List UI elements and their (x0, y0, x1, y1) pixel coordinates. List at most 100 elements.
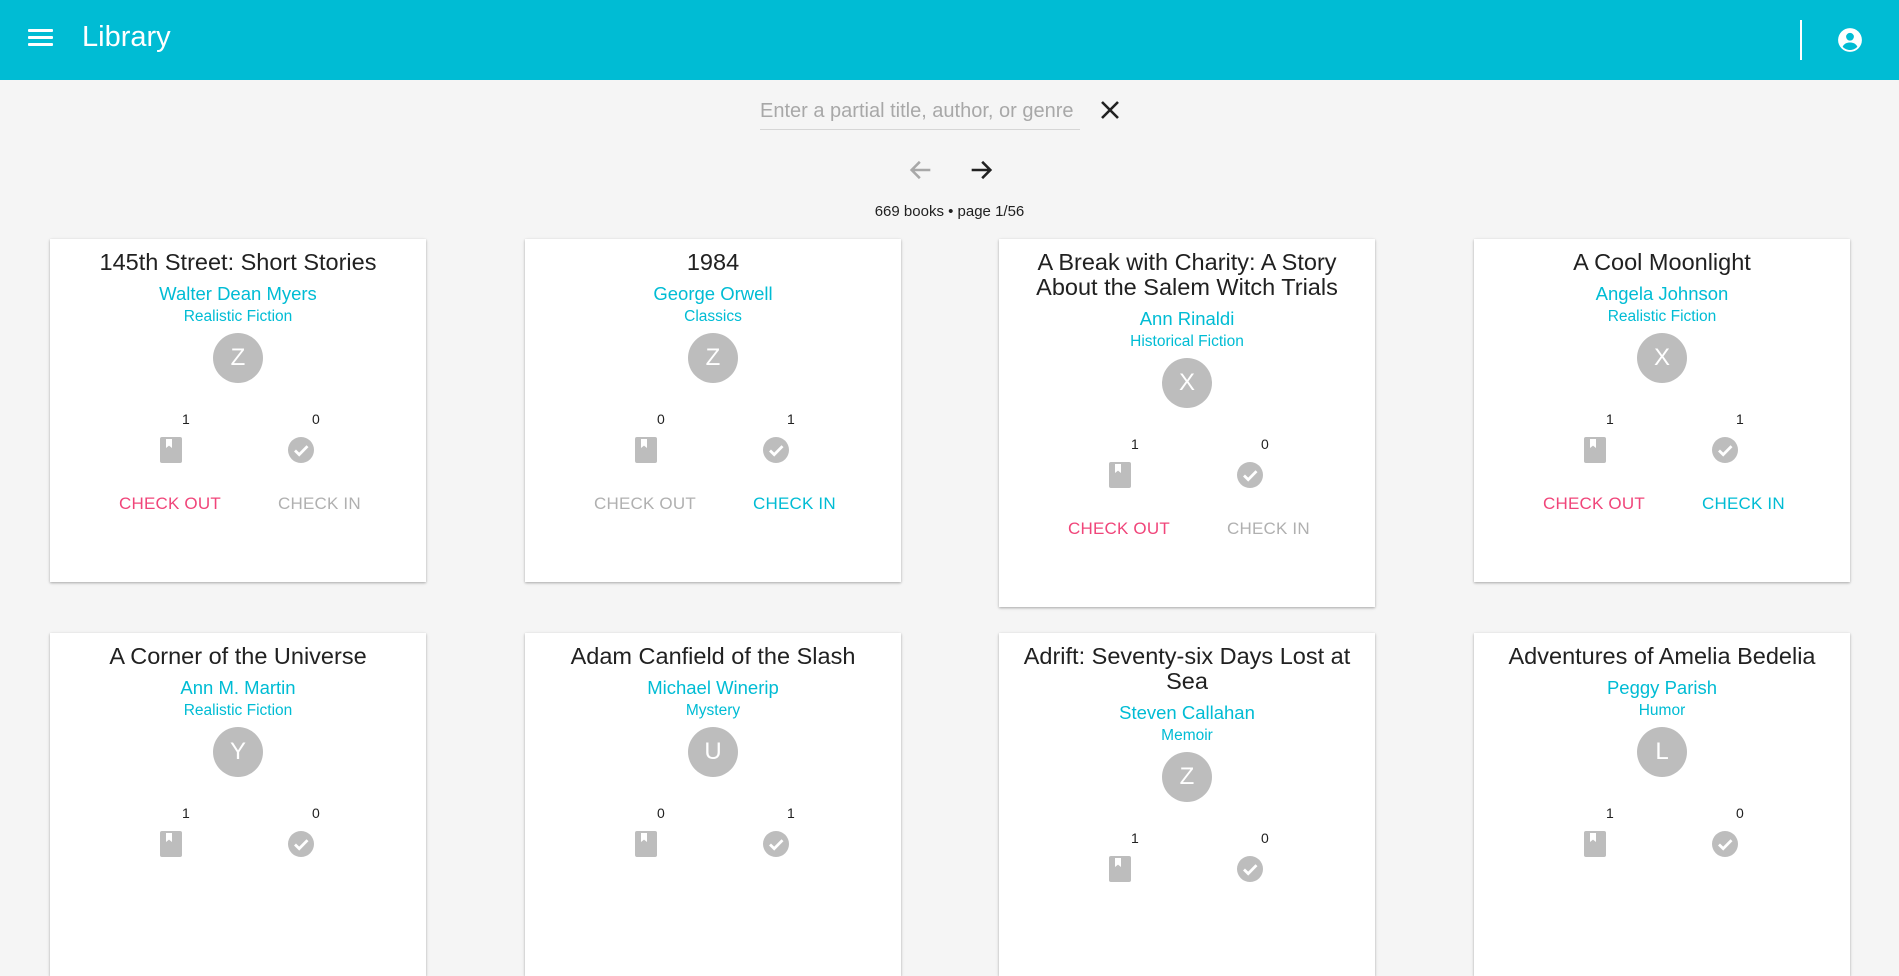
page-status: 669 books • page 1/56 (874, 203, 1025, 220)
account-circle-icon[interactable] (1837, 27, 1863, 53)
book-card: A Break with Charity: A Story About the … (999, 239, 1375, 607)
book-card: A Corner of the Universe Ann M. Martin R… (50, 633, 426, 976)
check-in-button[interactable]: CHECK IN (278, 494, 361, 514)
card-actions: CHECK OUT CHECK IN (1474, 494, 1850, 544)
book-stats: 1 1 (1474, 411, 1850, 471)
book-icon (1109, 462, 1131, 493)
book-genre[interactable]: Realistic Fiction (1474, 308, 1850, 326)
available-count: 0 (1261, 830, 1269, 846)
check-circle-icon (288, 831, 314, 862)
available-count: 1 (1736, 411, 1744, 427)
book-card: 1984 George Orwell Classics Z 0 1 CHECK … (525, 239, 901, 582)
check-circle-icon (1237, 856, 1263, 887)
available-count: 0 (1261, 436, 1269, 452)
avatar: Z (1162, 752, 1212, 802)
book-icon (635, 437, 657, 468)
book-card: Adventures of Amelia Bedelia Peggy Paris… (1474, 633, 1850, 976)
checked-out-count: 0 (657, 805, 665, 821)
check-out-button[interactable]: CHECK OUT (119, 494, 221, 514)
available-count: 1 (787, 411, 795, 427)
book-icon (1584, 831, 1606, 862)
book-card: Adam Canfield of the Slash Michael Winer… (525, 633, 901, 976)
avatar: X (1637, 333, 1687, 383)
available-count: 0 (1736, 805, 1744, 821)
book-icon (1584, 437, 1606, 468)
book-title: A Cool Moonlight (1573, 249, 1751, 275)
arrow-left-icon[interactable] (907, 156, 935, 184)
book-author[interactable]: George Orwell (525, 283, 901, 305)
checked-out-count: 0 (657, 411, 665, 427)
app-bar-divider (1800, 20, 1802, 60)
book-title: 145th Street: Short Stories (99, 249, 377, 275)
book-stats: 1 0 (1474, 805, 1850, 865)
search-input[interactable] (760, 94, 1080, 128)
book-author[interactable]: Ann Rinaldi (999, 308, 1375, 330)
arrow-right-icon[interactable] (967, 156, 995, 184)
avatar: Z (213, 333, 263, 383)
check-in-button[interactable]: CHECK IN (753, 494, 836, 514)
avatar: Y (213, 727, 263, 777)
check-circle-icon (1712, 437, 1738, 468)
check-circle-icon (763, 437, 789, 468)
app-title: Library (82, 21, 171, 53)
book-author[interactable]: Walter Dean Myers (50, 283, 426, 305)
avatar: U (688, 727, 738, 777)
book-title: Adventures of Amelia Bedelia (1508, 643, 1816, 669)
available-count: 0 (312, 411, 320, 427)
menu-icon[interactable] (28, 29, 53, 51)
card-actions: CHECK OUT CHECK IN (50, 494, 426, 544)
book-title: 1984 (686, 249, 740, 275)
book-stats: 1 0 (999, 436, 1375, 496)
book-title: A Corner of the Universe (109, 643, 367, 669)
check-circle-icon (288, 437, 314, 468)
book-title: Adrift: Seventy-six Days Lost at Sea (1023, 643, 1351, 694)
checked-out-count: 1 (1606, 411, 1614, 427)
book-stats: 1 0 (999, 830, 1375, 890)
checked-out-count: 1 (182, 805, 190, 821)
close-icon[interactable] (1098, 98, 1122, 122)
book-icon (160, 831, 182, 862)
available-count: 1 (787, 805, 795, 821)
book-title: A Break with Charity: A Story About the … (1036, 249, 1338, 300)
book-author[interactable]: Angela Johnson (1474, 283, 1850, 305)
book-card: Adrift: Seventy-six Days Lost at Sea Ste… (999, 633, 1375, 976)
book-genre[interactable]: Memoir (999, 727, 1375, 745)
book-genre[interactable]: Classics (525, 308, 901, 326)
check-out-button[interactable]: CHECK OUT (594, 494, 696, 514)
checked-out-count: 1 (182, 411, 190, 427)
book-stats: 1 0 (50, 411, 426, 471)
book-genre[interactable]: Realistic Fiction (50, 308, 426, 326)
book-title: Adam Canfield of the Slash (570, 643, 856, 669)
checked-out-count: 1 (1606, 805, 1614, 821)
card-actions: CHECK OUT CHECK IN (999, 519, 1375, 569)
book-stats: 0 1 (525, 411, 901, 471)
book-icon (635, 831, 657, 862)
book-author[interactable]: Michael Winerip (525, 677, 901, 699)
book-author[interactable]: Ann M. Martin (50, 677, 426, 699)
book-genre[interactable]: Historical Fiction (999, 333, 1375, 351)
check-out-button[interactable]: CHECK OUT (1068, 519, 1170, 539)
avatar: L (1637, 727, 1687, 777)
check-circle-icon (763, 831, 789, 862)
book-genre[interactable]: Mystery (525, 702, 901, 720)
search-field (760, 94, 1080, 130)
check-circle-icon (1237, 462, 1263, 493)
book-stats: 1 0 (50, 805, 426, 865)
check-out-button[interactable]: CHECK OUT (1543, 494, 1645, 514)
book-author[interactable]: Peggy Parish (1474, 677, 1850, 699)
check-in-button[interactable]: CHECK IN (1702, 494, 1785, 514)
avatar: X (1162, 358, 1212, 408)
avatar: Z (688, 333, 738, 383)
available-count: 0 (312, 805, 320, 821)
check-in-button[interactable]: CHECK IN (1227, 519, 1310, 539)
book-author[interactable]: Steven Callahan (999, 702, 1375, 724)
book-icon (1109, 856, 1131, 887)
checked-out-count: 1 (1131, 830, 1139, 846)
book-genre[interactable]: Humor (1474, 702, 1850, 720)
book-genre[interactable]: Realistic Fiction (50, 702, 426, 720)
checked-out-count: 1 (1131, 436, 1139, 452)
book-card: A Cool Moonlight Angela Johnson Realisti… (1474, 239, 1850, 582)
book-card: 145th Street: Short Stories Walter Dean … (50, 239, 426, 582)
app-bar: Library (0, 0, 1899, 80)
check-circle-icon (1712, 831, 1738, 862)
